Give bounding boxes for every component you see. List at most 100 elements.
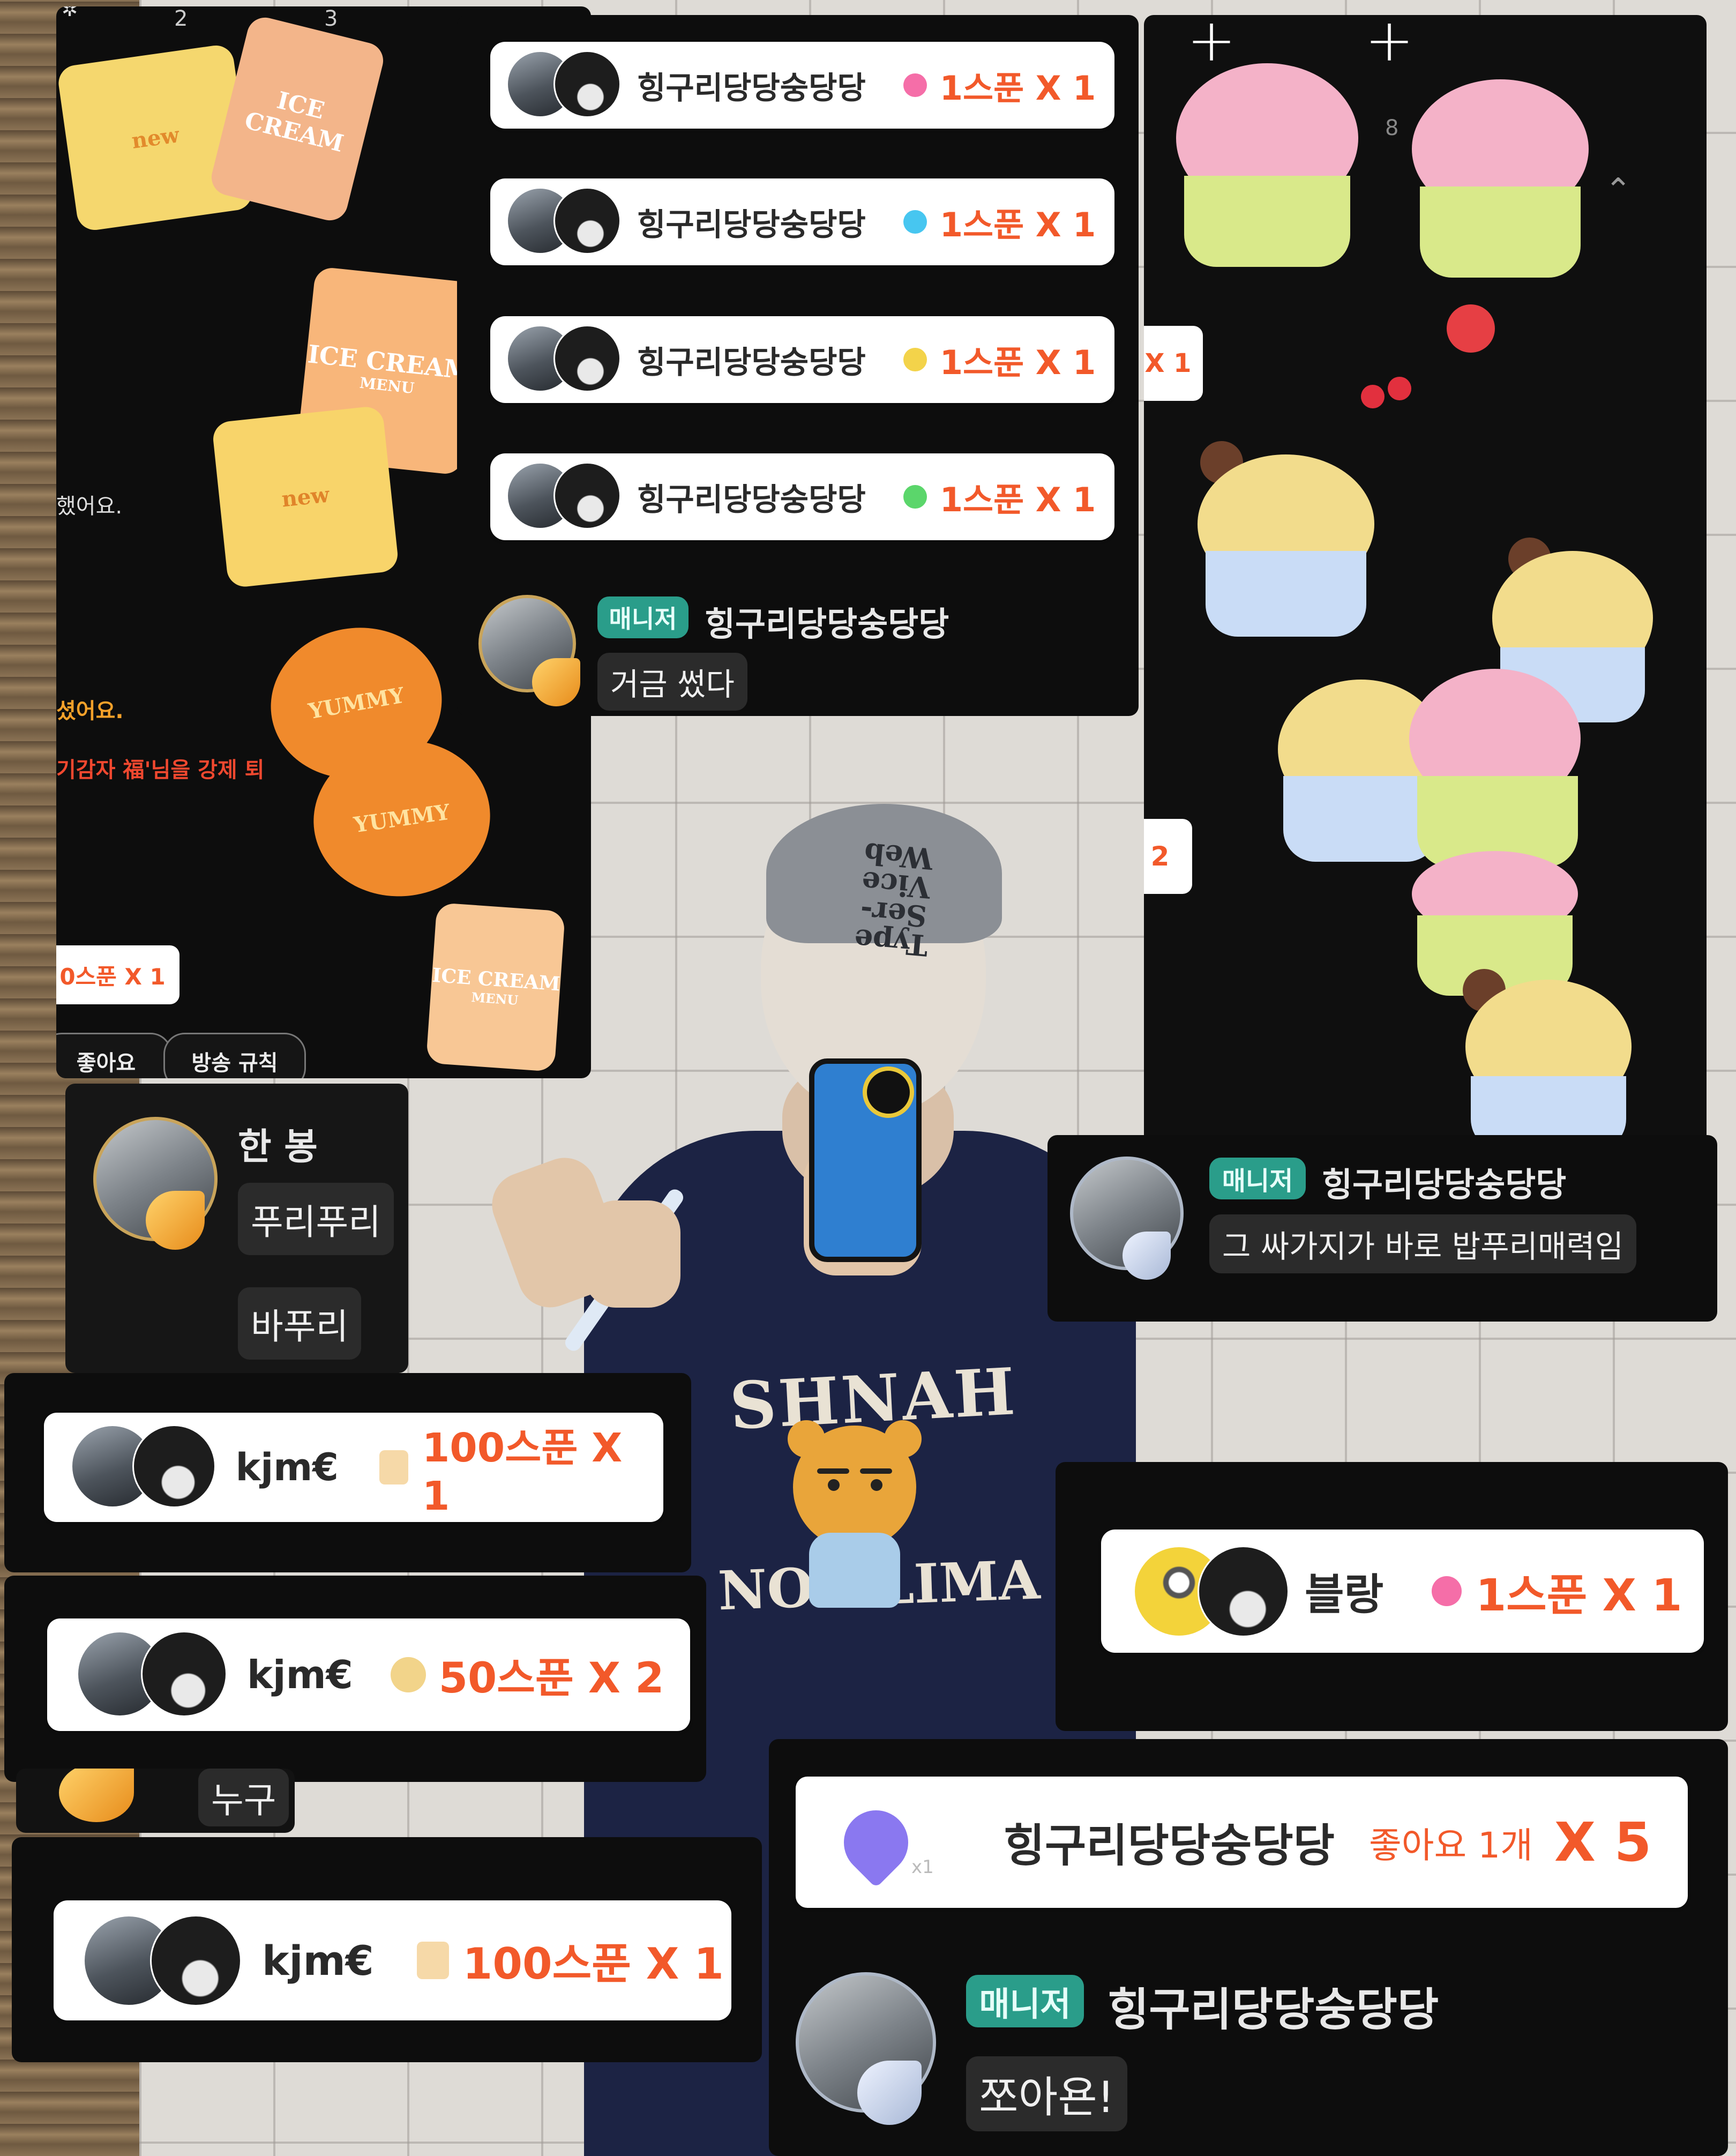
ryan-character xyxy=(788,1420,922,1549)
cup xyxy=(1420,186,1581,278)
like-button[interactable]: 좋아요 xyxy=(56,1033,172,1078)
avatar xyxy=(77,1630,232,1719)
gift-nickname: 블랑 xyxy=(1305,1570,1384,1620)
peace-palm xyxy=(584,1200,680,1308)
manager-badge: 매니저 xyxy=(597,596,689,638)
spoon-icon xyxy=(1432,1576,1462,1606)
spoon-icon xyxy=(903,210,927,234)
gift-nickname: 힝구리당당숭당당 xyxy=(637,206,866,243)
wing-badge-icon xyxy=(146,1191,205,1250)
heart-icon xyxy=(830,1796,922,1888)
system-message: 했어요. xyxy=(56,494,123,519)
chat-message: 그 싸가지가 바로 밥푸리매력임 xyxy=(1209,1214,1636,1273)
menu-sticker: ICE CREAM xyxy=(207,13,387,225)
cap-print: Type Ser-Vice Web xyxy=(852,835,934,963)
cherry-icon xyxy=(1388,377,1411,400)
gift-nickname: 힝구리당당숭당당 xyxy=(637,481,866,518)
kjm-gift-panel: kjm€ 100스푼 X 1 xyxy=(4,1373,691,1572)
phone-camera-icon xyxy=(863,1066,914,1118)
slot-number: 8 xyxy=(1385,116,1399,140)
like-gift-item: x1 힝구리당당숭당당 좋아요 1개 X 5 xyxy=(796,1777,1688,1908)
ice-cream-panel: + + 7 8 ⌃ X 1 2 xyxy=(1144,15,1707,1157)
manager-badge: 매니저 xyxy=(966,1975,1084,2027)
chat-message: 푸리푸리 xyxy=(238,1183,394,1255)
new-label: new xyxy=(130,122,181,154)
gift-nickname: kjm€ xyxy=(247,1652,353,1697)
spoon-icon xyxy=(903,348,927,371)
manager-badge: 매니저 xyxy=(1209,1158,1306,1199)
chat-nickname: 한 봉 xyxy=(238,1126,318,1168)
spoon-icon xyxy=(903,73,927,97)
collapse-icon[interactable]: ⌃ xyxy=(1605,171,1632,209)
gift-nickname: kjm€ xyxy=(262,1936,374,1985)
bear-cup-icon xyxy=(390,1657,426,1692)
slot-number: 3 xyxy=(324,6,338,31)
wing-badge-icon xyxy=(59,1769,134,1822)
chat-message: 거금 썼다 xyxy=(597,653,747,711)
avatar xyxy=(1133,1546,1289,1637)
gift-item: 블랑 1스푼 X 1 xyxy=(1101,1530,1704,1653)
gift-item: 힝구리당당숭당당 1스푼 X 1 xyxy=(490,42,1114,129)
chat-nickname: 힝구리당당숭당당 xyxy=(1322,1165,1567,1204)
heart-count: x1 xyxy=(911,1856,934,1878)
gift-amount: 1스푼 X 1 xyxy=(939,343,1096,382)
gift-amount: 1스푼 X 1 xyxy=(1476,1570,1682,1621)
cup xyxy=(1184,176,1350,267)
avatar xyxy=(506,50,624,120)
gift-item: 힝구리당당숭당당 1스푼 X 1 xyxy=(490,453,1114,540)
cup xyxy=(1283,776,1439,862)
slot-number: 2 xyxy=(174,6,188,31)
hanbong-chat-panel: 한 봉 푸리푸리 바푸리 xyxy=(65,1084,408,1373)
menu-sticker-icon xyxy=(416,1942,449,1979)
like-gift-nickname: 힝구리당당숭당당 xyxy=(1003,1819,1335,1872)
spoon-icon xyxy=(903,485,927,509)
gift-nickname: 힝구리당당숭당당 xyxy=(637,70,866,106)
kjm-gift-panel: kjm€ 50스푼 X 2 xyxy=(4,1576,706,1782)
avatar xyxy=(506,325,624,394)
system-message: 기감자 福'님을 강제 퇴 xyxy=(56,758,265,782)
add-icon[interactable]: + xyxy=(1187,15,1236,70)
chat-message: 바푸리 xyxy=(238,1287,362,1360)
like-gift-panel: x1 힝구리당당숭당당 좋아요 1개 X 5 매니저 힝구리당당숭당당 쪼아욘! xyxy=(769,1739,1728,2156)
gift-item: kjm€ 100스푼 X 1 xyxy=(44,1413,663,1522)
manager-chat-panel: 매니저 힝구리당당숭당당 그 싸가지가 바로 밥푸리매력임 xyxy=(1047,1135,1717,1322)
gift-notice-tab: 0스푼 X 1 xyxy=(56,945,179,1004)
kjm-gift-panel: kjm€ 100스푼 X 1 xyxy=(12,1837,762,2062)
gift-amount: 50스푼 X 2 xyxy=(438,1654,664,1703)
cherry-icon xyxy=(1361,385,1385,408)
gift-item: kjm€ 50스푼 X 2 xyxy=(47,1618,690,1731)
gift-amount: 100스푼 X 1 xyxy=(422,1424,623,1519)
nugu-chat-panel: 누구 xyxy=(16,1769,295,1833)
wing-badge-icon xyxy=(857,2061,922,2125)
add-icon[interactable]: + xyxy=(1365,15,1414,70)
ice-cream-sticker: new xyxy=(211,405,400,588)
wing-badge-icon xyxy=(532,658,580,706)
gift-amount: 1스푼 X 1 xyxy=(939,205,1096,244)
avatar xyxy=(506,462,624,532)
rules-button[interactable]: 방송 규칙 xyxy=(163,1033,306,1078)
gift-notice-tab: X 1 xyxy=(1144,326,1203,401)
blang-gift-panel: 블랑 1스푼 X 1 xyxy=(1056,1462,1728,1731)
gift-amount: 1스푼 X 1 xyxy=(939,480,1096,519)
ryan-body xyxy=(809,1533,900,1608)
chat-nickname: 힝구리당당숭당당 xyxy=(705,605,949,644)
strawberry-icon xyxy=(1447,304,1495,353)
avatar xyxy=(506,187,624,257)
like-gift-multiplier: X 5 xyxy=(1554,1811,1652,1874)
gift-list-panel: 힝구리당당숭당당 1스푼 X 1 힝구리당당숭당당 1스푼 X 1 힝구리당당숭… xyxy=(457,15,1139,716)
gift-item: 힝구리당당숭당당 1스푼 X 1 xyxy=(490,316,1114,403)
avatar xyxy=(83,1915,244,2006)
gift-nickname: 힝구리당당숭당당 xyxy=(637,344,866,381)
menu-sticker: ICE CREAM MENU xyxy=(425,902,566,1072)
avatar xyxy=(71,1424,221,1510)
gift-notice-tab: 2 xyxy=(1144,819,1192,894)
wing-badge-icon xyxy=(1123,1232,1171,1280)
gift-amount: 100스푼 X 1 xyxy=(462,1939,724,1989)
like-gift-label: 좋아요 1개 xyxy=(1369,1824,1533,1866)
gift-item: 힝구리당당숭당당 1스푼 X 1 xyxy=(490,178,1114,265)
panel-corner-icon: ✲ xyxy=(62,6,78,21)
gift-nickname: kjm€ xyxy=(235,1445,339,1489)
chat-message: 쪼아욘! xyxy=(966,2056,1127,2131)
system-message: 셨어요. xyxy=(56,699,124,723)
cup xyxy=(1206,551,1366,637)
